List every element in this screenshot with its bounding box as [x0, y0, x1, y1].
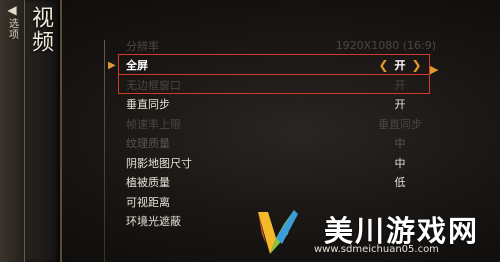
setting-row-fullscreen[interactable]: ▶ 全屏 ❮ 开 ❯	[108, 56, 440, 76]
left-panel: ◀ 选项 视频	[0, 0, 62, 262]
chevron-right-icon[interactable]: ❯	[412, 58, 422, 72]
setting-label: 植被质量	[126, 176, 170, 190]
watermark-url: www.sdmeichuan05.com	[314, 244, 439, 255]
setting-value: 低	[394, 176, 406, 190]
setting-row-shadow-map-size[interactable]: 阴影地图尺寸 中	[110, 153, 440, 173]
setting-value: 开	[394, 59, 406, 73]
back-button-label: 选项	[6, 18, 18, 40]
watermark: 美川游戏网 www.sdmeichuan05.com	[246, 202, 500, 262]
back-button[interactable]: ◀ 选项	[2, 4, 22, 60]
setting-label: 垂直同步	[126, 98, 170, 112]
value-selector: ❮ 开 ❯	[360, 57, 440, 73]
setting-label: 纹理质量	[126, 137, 170, 151]
list-divider-line	[104, 40, 105, 262]
setting-value: 垂直同步	[378, 117, 422, 131]
row-pointer-icon: ▶	[108, 59, 116, 71]
setting-value: 中	[394, 137, 406, 151]
setting-label: 环境光遮蔽	[126, 215, 181, 229]
setting-label: 可视距离	[126, 195, 170, 209]
back-arrow-icon: ◀	[7, 3, 17, 17]
chevron-left-icon[interactable]: ❮	[378, 58, 388, 72]
setting-row-framerate-cap[interactable]: 帧速率上限 垂直同步	[110, 114, 440, 134]
setting-value: 1920X1080 (16:9)	[335, 39, 436, 53]
setting-label: 阴影地图尺寸	[126, 156, 192, 170]
setting-row-texture-quality[interactable]: 纹理质量 中	[110, 134, 440, 154]
setting-label: 分辨率	[126, 39, 159, 53]
setting-value: 开	[394, 98, 406, 112]
section-title: 视频	[28, 6, 53, 54]
setting-row-resolution[interactable]: 分辨率 1920X1080 (16:9)	[110, 36, 440, 56]
setting-row-vegetation-quality[interactable]: 植被质量 低	[110, 173, 440, 193]
setting-label: 帧速率上限	[126, 117, 181, 131]
setting-label: 无边框窗口	[126, 78, 181, 92]
setting-value: 开	[394, 78, 406, 92]
setting-row-borderless[interactable]: 无边框窗口 开	[110, 75, 440, 95]
watermark-logo-icon	[258, 210, 298, 254]
scroll-right-arrow-icon[interactable]: ▶	[430, 63, 438, 76]
setting-row-vsync[interactable]: 垂直同步 开	[110, 95, 440, 115]
setting-value: 中	[394, 156, 406, 170]
